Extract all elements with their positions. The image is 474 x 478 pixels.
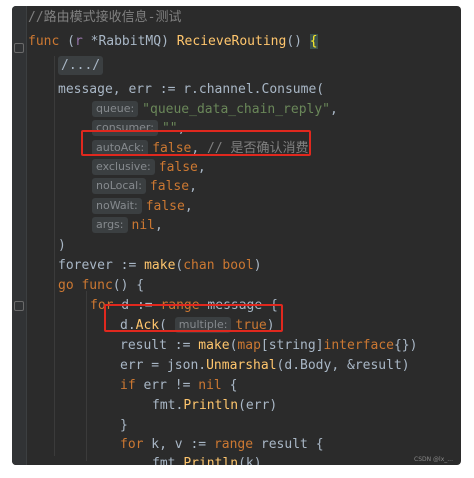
param-value: "queue_data_chain_reply" xyxy=(142,102,331,117)
println-args: (k) xyxy=(238,456,262,465)
go-keyword: go func xyxy=(58,278,113,293)
param-hint: exclusive: xyxy=(92,159,155,175)
println-obj: fmt. xyxy=(152,456,184,465)
make-fn: make xyxy=(198,338,230,353)
println-fn: Println xyxy=(183,398,239,413)
result-tail: {}) xyxy=(393,338,418,353)
code-line-comment[interactable]: //路由模式接收信息-测试 xyxy=(28,8,181,27)
param-value: false xyxy=(149,179,190,194)
editor-gutter[interactable] xyxy=(12,6,27,465)
println-args: (err) xyxy=(238,398,278,413)
code-editor[interactable]: //路由模式接收信息-测试 func (r *RabbitMQ) Recieve… xyxy=(12,6,461,465)
func-keyword: func xyxy=(28,34,60,49)
autoack-highlight-box xyxy=(81,130,311,156)
go-tail: () { xyxy=(112,278,145,293)
close-brace: } xyxy=(120,418,128,433)
param-hint: noLocal: xyxy=(92,178,146,194)
consume-paren: ( xyxy=(316,82,325,97)
forever-lhs: forever := xyxy=(58,258,145,273)
ack-highlight-box xyxy=(104,304,283,332)
for-vars: k, v := xyxy=(143,437,214,452)
nil-keyword: nil xyxy=(198,378,222,393)
code-line-param-args[interactable]: args: nil, xyxy=(92,216,163,235)
code-line-param-queue[interactable]: queue: "queue_data_chain_reply", xyxy=(92,100,338,119)
close-paren: ) xyxy=(58,238,66,253)
param-comma: , xyxy=(154,218,163,233)
code-line-go-func[interactable]: go func() { xyxy=(58,276,144,295)
param-value: nil xyxy=(131,218,155,233)
code-line-println-k[interactable]: fmt.Println(k) xyxy=(152,454,262,465)
param-comma: , xyxy=(197,160,206,175)
param-comma: , xyxy=(184,199,193,214)
consume-lhs: message, err := r.channel. xyxy=(58,82,262,97)
code-line-param-nolocal[interactable]: noLocal: false, xyxy=(92,177,197,196)
param-hint: noWait: xyxy=(92,198,142,214)
function-name: RecieveRouting xyxy=(176,34,287,49)
folded-region[interactable]: /.../ xyxy=(58,56,104,75)
code-line-println-err[interactable]: fmt.Println(err) xyxy=(152,396,277,415)
param-hint: args: xyxy=(92,217,128,233)
if-tail: { xyxy=(221,378,238,393)
comment-text: //路由模式接收信息-测试 xyxy=(28,10,182,25)
code-line-param-exclusive[interactable]: exclusive: false, xyxy=(92,158,206,177)
code-line-if[interactable]: if err != nil { xyxy=(120,376,237,395)
map-key: [string] xyxy=(260,338,324,353)
consume-fn: Consume xyxy=(261,82,317,97)
range-keyword: range xyxy=(213,437,254,452)
code-line-consume[interactable]: message, err := r.channel.Consume( xyxy=(58,80,324,99)
println-obj: fmt. xyxy=(152,398,184,413)
code-line-func-signature[interactable]: func (r *RabbitMQ) RecieveRouting() { xyxy=(28,32,318,51)
code-line-unmarshal[interactable]: err = json.Unmarshal(d.Body, &result) xyxy=(120,356,410,375)
if-keyword: if xyxy=(120,378,136,393)
open-brace: { xyxy=(309,34,318,49)
for-tail: result { xyxy=(253,437,324,452)
fold-marker-icon[interactable] xyxy=(14,43,24,53)
result-lhs: result := xyxy=(120,338,199,353)
indent-guide xyxy=(86,291,87,461)
param-comma: , xyxy=(330,102,338,117)
code-line-for-result[interactable]: for k, v := range result { xyxy=(120,435,324,454)
println-fn: Println xyxy=(183,456,239,465)
make-fn: make xyxy=(144,258,176,273)
indent-guide xyxy=(54,56,55,456)
fold-marker-icon[interactable] xyxy=(14,301,24,311)
code-line-forever[interactable]: forever := make(chan bool) xyxy=(58,256,262,275)
chan-keyword: chan bool xyxy=(183,258,254,273)
code-line-result[interactable]: result := make(map[string]interface{}) xyxy=(120,336,417,355)
code-line-folded[interactable]: /.../ xyxy=(58,56,104,75)
code-line-close-if[interactable]: } xyxy=(120,416,128,435)
for-keyword: for xyxy=(120,437,144,452)
function-params: () xyxy=(286,34,302,49)
code-line-param-nowait[interactable]: noWait: false, xyxy=(92,197,193,216)
unmarshal-args: (d.Body, &result) xyxy=(276,358,410,373)
unmarshal-lhs: err = json. xyxy=(120,358,207,373)
param-comma: , xyxy=(189,179,197,194)
param-value: false xyxy=(158,160,198,175)
receiver-open: ( xyxy=(67,34,75,49)
interface-keyword: interface xyxy=(323,338,394,353)
watermark: CSDN @lx_... xyxy=(414,456,453,463)
param-value: false xyxy=(145,199,185,214)
param-hint: queue: xyxy=(92,101,139,117)
code-line-close-paren[interactable]: ) xyxy=(58,236,66,255)
map-keyword: map xyxy=(237,338,261,353)
receiver-type: *RabbitMQ) xyxy=(90,34,169,49)
chan-close: ) xyxy=(253,258,262,273)
if-condition: err != xyxy=(135,378,199,393)
unmarshal-fn: Unmarshal xyxy=(206,358,277,373)
receiver-name: r xyxy=(74,34,83,49)
